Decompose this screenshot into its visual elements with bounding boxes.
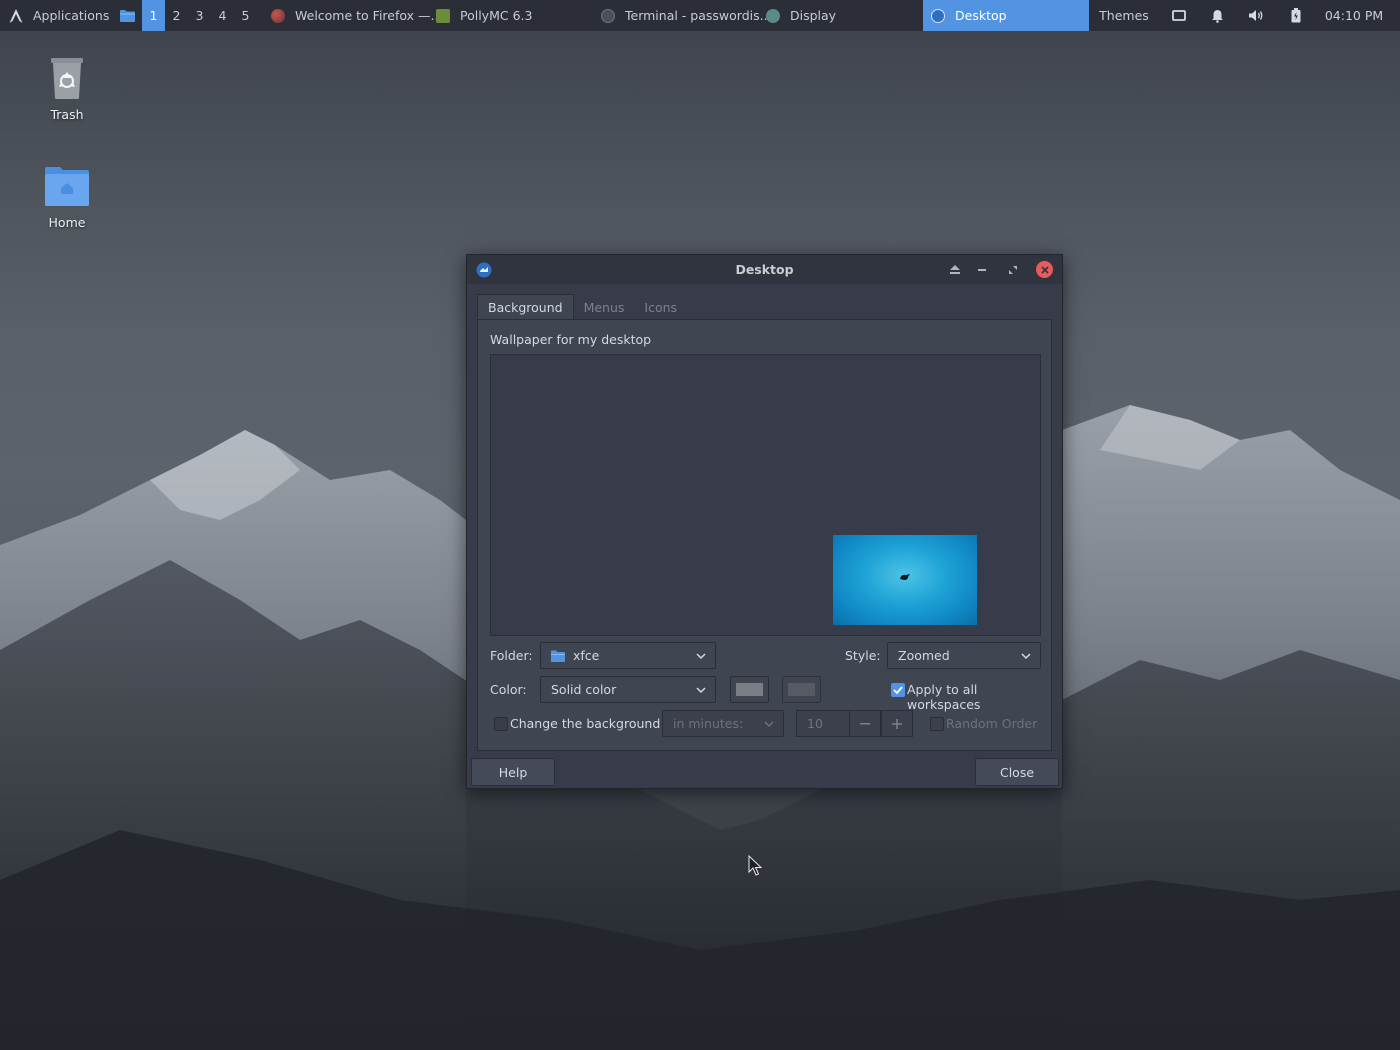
bell-icon: [1212, 9, 1223, 23]
clock[interactable]: 04:10 PM: [1315, 0, 1393, 31]
tab-menus[interactable]: Menus: [574, 294, 635, 320]
minimize-icon: [977, 268, 986, 271]
terminal-icon: [601, 8, 615, 23]
firefox-icon: [271, 8, 285, 23]
close-button[interactable]: Close: [975, 758, 1059, 786]
top-panel: Applications 1 2 3 4 5 Welcome to Firefo…: [0, 0, 1400, 31]
pollymc-icon: [436, 8, 450, 23]
primary-color-button[interactable]: [730, 676, 769, 703]
mouse-cursor-icon: [748, 855, 762, 876]
interval-decrement-button[interactable]: [849, 710, 881, 737]
interval-value: 10: [807, 716, 823, 731]
screen-tray-button[interactable]: [1159, 0, 1198, 31]
folder-icon: [119, 10, 135, 22]
folder-select[interactable]: xfce: [540, 642, 716, 669]
desktop-settings-icon: [931, 8, 945, 23]
folder-label: Folder:: [490, 648, 533, 663]
notifications-tray-button[interactable]: [1198, 0, 1237, 31]
style-label: Style:: [845, 648, 881, 663]
task-label: PollyMC 6.3: [460, 8, 533, 23]
change-background-checkbox[interactable]: [494, 717, 508, 731]
monitor-icon: [1171, 9, 1186, 21]
minimize-button[interactable]: [973, 261, 990, 278]
chevron-down-icon: [696, 653, 706, 660]
wallpaper-thumbnail[interactable]: [833, 535, 977, 625]
desktop-icon-home[interactable]: Home: [17, 166, 117, 230]
style-value: Zoomed: [898, 648, 950, 663]
themes-label: Themes: [1099, 8, 1149, 23]
applications-menu-button[interactable]: Applications: [0, 0, 112, 31]
apply-all-workspaces-label[interactable]: Apply to all workspaces: [907, 682, 1051, 712]
checkmark-icon: [893, 686, 903, 695]
maximize-button[interactable]: [1004, 261, 1021, 278]
trash-icon: [51, 58, 83, 99]
volume-tray-button[interactable]: [1237, 0, 1276, 31]
desktop-icon-label: Home: [48, 215, 86, 230]
desktop-icon-trash[interactable]: Trash: [17, 56, 117, 122]
close-icon: [1040, 265, 1049, 274]
color-style-value: Solid color: [551, 682, 617, 697]
display-icon: [766, 8, 780, 23]
themes-button[interactable]: Themes: [1089, 0, 1159, 31]
close-window-button[interactable]: [1036, 261, 1053, 278]
volume-icon: [1249, 10, 1263, 21]
chevron-down-icon: [696, 687, 706, 694]
secondary-color-button[interactable]: [782, 676, 821, 703]
interval-spin-field[interactable]: 10: [796, 710, 850, 737]
task-firefox[interactable]: Welcome to Firefox —...: [263, 0, 442, 31]
xfce-mouse-icon: [900, 574, 910, 580]
home-folder-icon: [45, 167, 89, 206]
color-style-select[interactable]: Solid color: [540, 676, 716, 703]
wallpaper-section-label: Wallpaper for my desktop: [490, 332, 652, 347]
file-manager-launcher[interactable]: [112, 0, 142, 31]
plus-icon: [892, 718, 902, 729]
task-label: Desktop: [955, 8, 1007, 23]
minus-icon: [860, 722, 870, 724]
battery-tray-button[interactable]: [1276, 0, 1315, 31]
shade-button[interactable]: [946, 261, 963, 278]
task-desktop[interactable]: Desktop: [923, 0, 1089, 31]
interval-unit-select[interactable]: in minutes:: [662, 710, 784, 737]
settings-tabs: Background Menus Icons: [477, 294, 687, 320]
workspace-2-button[interactable]: 2: [165, 0, 188, 31]
desktop-settings-window: Desktop Background Menus Icons Wallpaper…: [466, 254, 1063, 789]
maximize-icon: [1008, 265, 1017, 274]
arch-logo-icon: [9, 8, 23, 23]
primary-color-swatch: [736, 683, 763, 696]
random-order-checkbox[interactable]: [930, 717, 944, 731]
tab-background[interactable]: Background: [477, 294, 574, 320]
task-label: Terminal - passwordis...: [625, 8, 772, 23]
task-terminal[interactable]: Terminal - passwordis...: [593, 0, 772, 31]
task-display[interactable]: Display: [758, 0, 923, 31]
folder-icon: [551, 650, 565, 662]
task-pollymc[interactable]: PollyMC 6.3: [428, 0, 593, 31]
chevron-down-icon: [764, 721, 774, 728]
help-button[interactable]: Help: [471, 758, 555, 786]
battery-icon: [1291, 8, 1300, 23]
workspace-4-button[interactable]: 4: [211, 0, 234, 31]
desktop-icon-label: Trash: [50, 107, 84, 122]
workspace-3-button[interactable]: 3: [188, 0, 211, 31]
task-label: Welcome to Firefox —...: [295, 8, 443, 23]
secondary-color-swatch: [788, 683, 815, 696]
eject-icon: [949, 265, 960, 274]
apply-all-workspaces-checkbox[interactable]: [891, 683, 905, 697]
workspace-1-button[interactable]: 1: [142, 0, 165, 31]
applications-menu-label: Applications: [33, 8, 110, 23]
interval-unit-value: in minutes:: [673, 716, 744, 731]
style-select[interactable]: Zoomed: [887, 642, 1041, 669]
chevron-down-icon: [1021, 653, 1031, 660]
folder-value: xfce: [573, 648, 600, 663]
wallpaper-list[interactable]: [490, 354, 1041, 636]
clock-label: 04:10 PM: [1324, 8, 1384, 23]
color-label: Color:: [490, 682, 527, 697]
background-tab-panel: Wallpaper for my desktop Folder: xfce St…: [477, 319, 1052, 751]
task-label: Display: [790, 8, 837, 23]
workspace-5-button[interactable]: 5: [234, 0, 257, 31]
random-order-label[interactable]: Random Order: [946, 716, 1037, 731]
tab-icons[interactable]: Icons: [634, 294, 687, 320]
window-titlebar[interactable]: Desktop: [467, 255, 1062, 284]
interval-increment-button[interactable]: [881, 710, 913, 737]
change-background-label[interactable]: Change the background: [510, 716, 660, 731]
